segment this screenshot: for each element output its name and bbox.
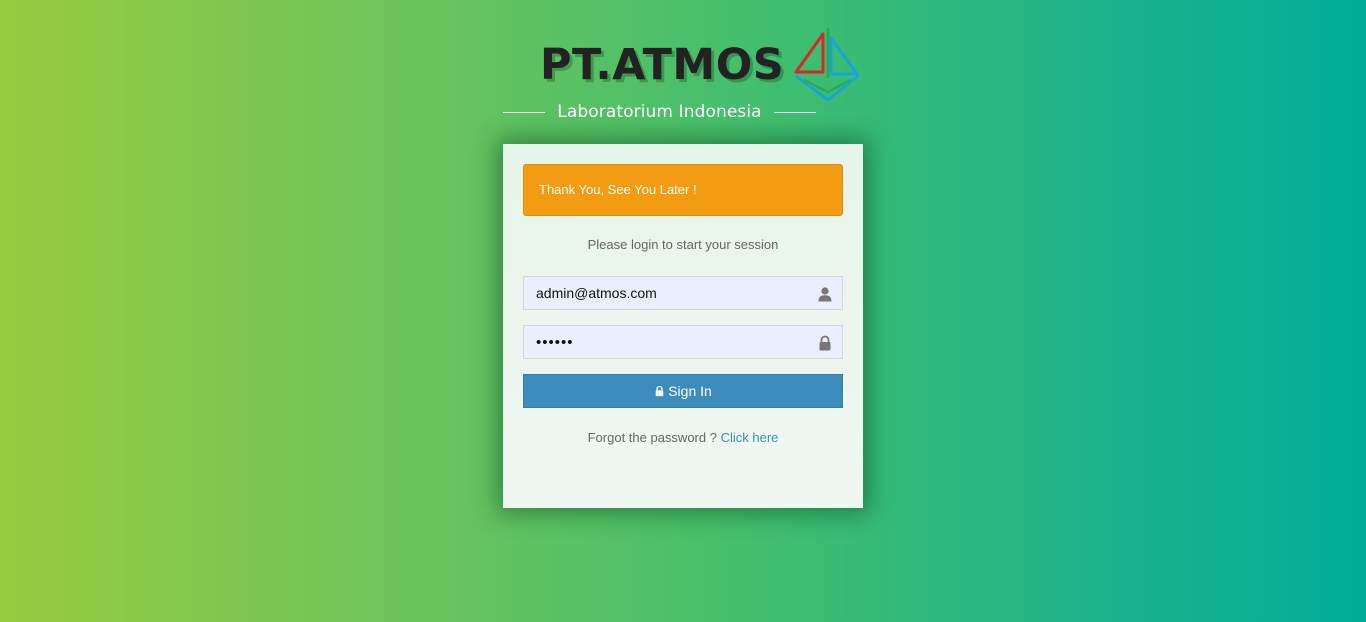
password-field-group — [523, 325, 843, 359]
email-input[interactable] — [524, 277, 842, 309]
login-box-message: Please login to start your session — [587, 237, 779, 252]
brand-title: PT.ATMOS — [540, 40, 785, 90]
login-box: Thank You, See You Later ! Please login … — [503, 144, 863, 508]
forgot-password-row: Forgot the password ? Click here — [503, 430, 863, 445]
forgot-password-link[interactable]: Click here — [721, 430, 779, 445]
atmos-sail-logo-icon — [794, 28, 859, 102]
user-icon — [818, 287, 832, 302]
email-field-group — [523, 276, 843, 310]
sign-in-label: Sign In — [668, 383, 712, 399]
divider-line-left — [503, 111, 545, 113]
lock-icon — [819, 335, 831, 351]
forgot-password-text: Forgot the password ? — [587, 430, 717, 445]
password-input[interactable] — [524, 326, 842, 358]
lock-icon — [655, 385, 664, 397]
divider-line-right — [773, 111, 816, 113]
brand-subtitle-row: Laboratorium Indonesia — [503, 100, 816, 124]
logout-alert: Thank You, See You Later ! — [523, 164, 843, 216]
brand-subtitle: Laboratorium Indonesia — [557, 102, 762, 122]
brand-header: PT.ATMOS Laboratorium Indonesia — [0, 0, 1366, 140]
sign-in-button[interactable]: Sign In — [523, 374, 843, 408]
